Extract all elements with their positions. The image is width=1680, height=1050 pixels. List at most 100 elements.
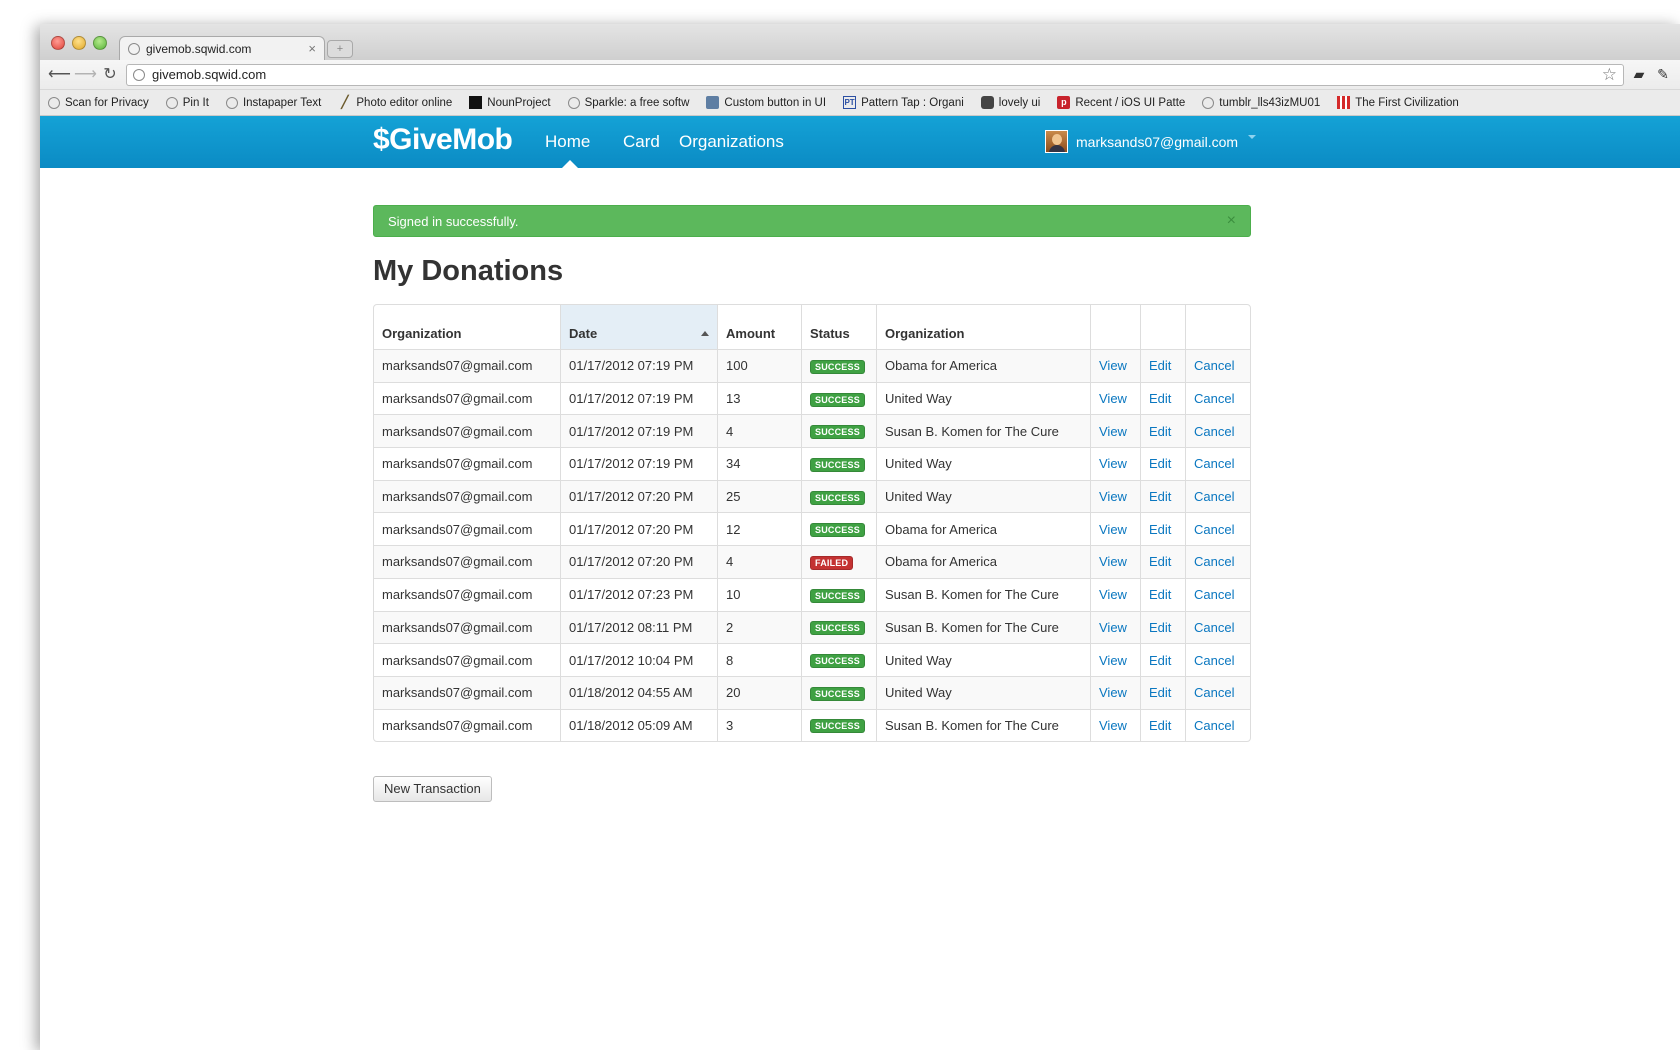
cancel-link[interactable]: Cancel <box>1194 653 1234 668</box>
table-row: marksands07@gmail.com 01/18/2012 05:09 AM… <box>374 708 1250 742</box>
view-link[interactable]: View <box>1099 718 1127 733</box>
column-header-status[interactable]: Status <box>801 305 876 349</box>
cancel-link[interactable]: Cancel <box>1194 554 1234 569</box>
cell-organization: Susan B. Komen for The Cure <box>876 610 1090 644</box>
folder-icon[interactable]: ▰ <box>1630 66 1648 83</box>
bookmark-item[interactable]: lovely ui <box>980 96 1040 109</box>
table-row: marksands07@gmail.com 01/17/2012 07:19 PM… <box>374 414 1250 448</box>
cell-user: marksands07@gmail.com <box>374 349 560 382</box>
edit-link[interactable]: Edit <box>1149 424 1171 439</box>
edit-link[interactable]: Edit <box>1149 522 1171 537</box>
edit-link[interactable]: Edit <box>1149 587 1171 602</box>
cell-edit: Edit <box>1140 610 1185 644</box>
bookmark-item[interactable]: Custom button in UI <box>706 96 826 109</box>
cell-edit: Edit <box>1140 643 1185 676</box>
bookmark-label: Photo editor online <box>356 96 453 109</box>
cancel-link[interactable]: Cancel <box>1194 391 1234 406</box>
address-bar[interactable]: givemob.sqwid.com ☆ <box>126 63 1624 86</box>
edit-link[interactable]: Edit <box>1149 489 1171 504</box>
cell-amount: 12 <box>717 512 801 546</box>
view-link[interactable]: View <box>1099 587 1127 602</box>
cancel-link[interactable]: Cancel <box>1194 456 1234 471</box>
bookmark-item[interactable]: Scan for Privacy <box>48 96 149 109</box>
edit-link[interactable]: Edit <box>1149 685 1171 700</box>
view-link[interactable]: View <box>1099 554 1127 569</box>
close-tab-icon[interactable]: × <box>308 41 316 56</box>
view-link[interactable]: View <box>1099 522 1127 537</box>
cancel-link[interactable]: Cancel <box>1194 522 1234 537</box>
url-text: givemob.sqwid.com <box>152 67 267 82</box>
view-link[interactable]: View <box>1099 358 1127 373</box>
cancel-link[interactable]: Cancel <box>1194 489 1234 504</box>
cell-amount: 13 <box>717 381 801 415</box>
new-tab-button[interactable]: + <box>327 40 353 58</box>
cancel-link[interactable]: Cancel <box>1194 358 1234 373</box>
bookmark-star-icon[interactable]: ☆ <box>1602 65 1617 85</box>
cancel-link[interactable]: Cancel <box>1194 620 1234 635</box>
cell-amount: 8 <box>717 643 801 676</box>
table-row: marksands07@gmail.com 01/18/2012 04:55 AM… <box>374 675 1250 709</box>
edit-link[interactable]: Edit <box>1149 456 1171 471</box>
browser-tab[interactable]: givemob.sqwid.com × <box>119 36 325 60</box>
nav-home[interactable]: Home <box>545 132 590 152</box>
table-row: marksands07@gmail.com 01/17/2012 07:19 PM… <box>374 447 1250 480</box>
cell-edit: Edit <box>1140 577 1185 611</box>
view-link[interactable]: View <box>1099 456 1127 471</box>
view-link[interactable]: View <box>1099 620 1127 635</box>
cell-organization: Obama for America <box>876 512 1090 546</box>
cell-user: marksands07@gmail.com <box>374 447 560 480</box>
view-link[interactable]: View <box>1099 424 1127 439</box>
nav-card[interactable]: Card <box>623 132 660 152</box>
user-menu[interactable]: marksands07@gmail.com <box>1045 130 1257 153</box>
column-header-date[interactable]: Date <box>560 305 717 349</box>
edit-link[interactable]: Edit <box>1149 653 1171 668</box>
bookmark-item[interactable]: Pin It <box>165 96 209 109</box>
globe-icon <box>165 96 178 109</box>
bookmark-item[interactable]: PT Pattern Tap : Organi <box>843 96 964 109</box>
zoom-window-button[interactable] <box>93 36 107 50</box>
column-header-organization-name[interactable]: Organization <box>876 305 1090 349</box>
brand-logo[interactable]: $GiveMob <box>373 123 513 157</box>
bookmark-label: Custom button in UI <box>724 96 827 109</box>
forward-icon[interactable]: ⟶ <box>74 65 97 85</box>
cell-date: 01/18/2012 05:09 AM <box>560 708 717 742</box>
cancel-link[interactable]: Cancel <box>1194 685 1234 700</box>
table-row: marksands07@gmail.com 01/17/2012 07:20 PM… <box>374 545 1250 578</box>
status-badge: SUCCESS <box>810 490 865 505</box>
cancel-link[interactable]: Cancel <box>1194 587 1234 602</box>
view-link[interactable]: View <box>1099 391 1127 406</box>
close-icon[interactable]: × <box>1227 212 1236 230</box>
bookmark-item[interactable]: Instapaper Text <box>225 96 321 109</box>
edit-link[interactable]: Edit <box>1149 718 1171 733</box>
table-row: marksands07@gmail.com 01/17/2012 10:04 PM… <box>374 643 1250 676</box>
bookmark-label: NounProject <box>487 96 551 109</box>
edit-link[interactable]: Edit <box>1149 391 1171 406</box>
bookmark-item[interactable]: ╱ Photo editor online <box>338 96 452 109</box>
minimize-window-button[interactable] <box>72 36 86 50</box>
new-transaction-button[interactable]: New Transaction <box>373 776 492 803</box>
bookmark-item[interactable]: p Recent / iOS UI Patte <box>1057 96 1185 109</box>
square-icon <box>469 96 483 109</box>
edit-link[interactable]: Edit <box>1149 554 1171 569</box>
column-header-amount[interactable]: Amount <box>717 305 801 349</box>
cancel-link[interactable]: Cancel <box>1194 424 1234 439</box>
bookmark-item[interactable]: The First Civilization <box>1337 96 1459 109</box>
bookmark-item[interactable]: NounProject <box>469 96 551 109</box>
view-link[interactable]: View <box>1099 489 1127 504</box>
cell-organization: Susan B. Komen for The Cure <box>876 414 1090 448</box>
column-header-organization[interactable]: Organization <box>374 305 560 349</box>
close-window-button[interactable] <box>51 36 65 50</box>
nav-organizations[interactable]: Organizations <box>679 132 784 152</box>
view-link[interactable]: View <box>1099 685 1127 700</box>
reload-icon[interactable]: ↻ <box>100 65 120 85</box>
view-link[interactable]: View <box>1099 653 1127 668</box>
sort-ascending-icon <box>701 331 709 336</box>
cancel-link[interactable]: Cancel <box>1194 718 1234 733</box>
edit-link[interactable]: Edit <box>1149 358 1171 373</box>
wrench-icon[interactable]: ✎ <box>1654 66 1672 83</box>
back-icon[interactable]: ⟵ <box>48 65 71 85</box>
bookmark-item[interactable]: Sparkle: a free softw <box>567 96 689 109</box>
cell-user: marksands07@gmail.com <box>374 610 560 644</box>
bookmark-item[interactable]: tumblr_lls43izMU01 <box>1202 96 1320 109</box>
edit-link[interactable]: Edit <box>1149 620 1171 635</box>
